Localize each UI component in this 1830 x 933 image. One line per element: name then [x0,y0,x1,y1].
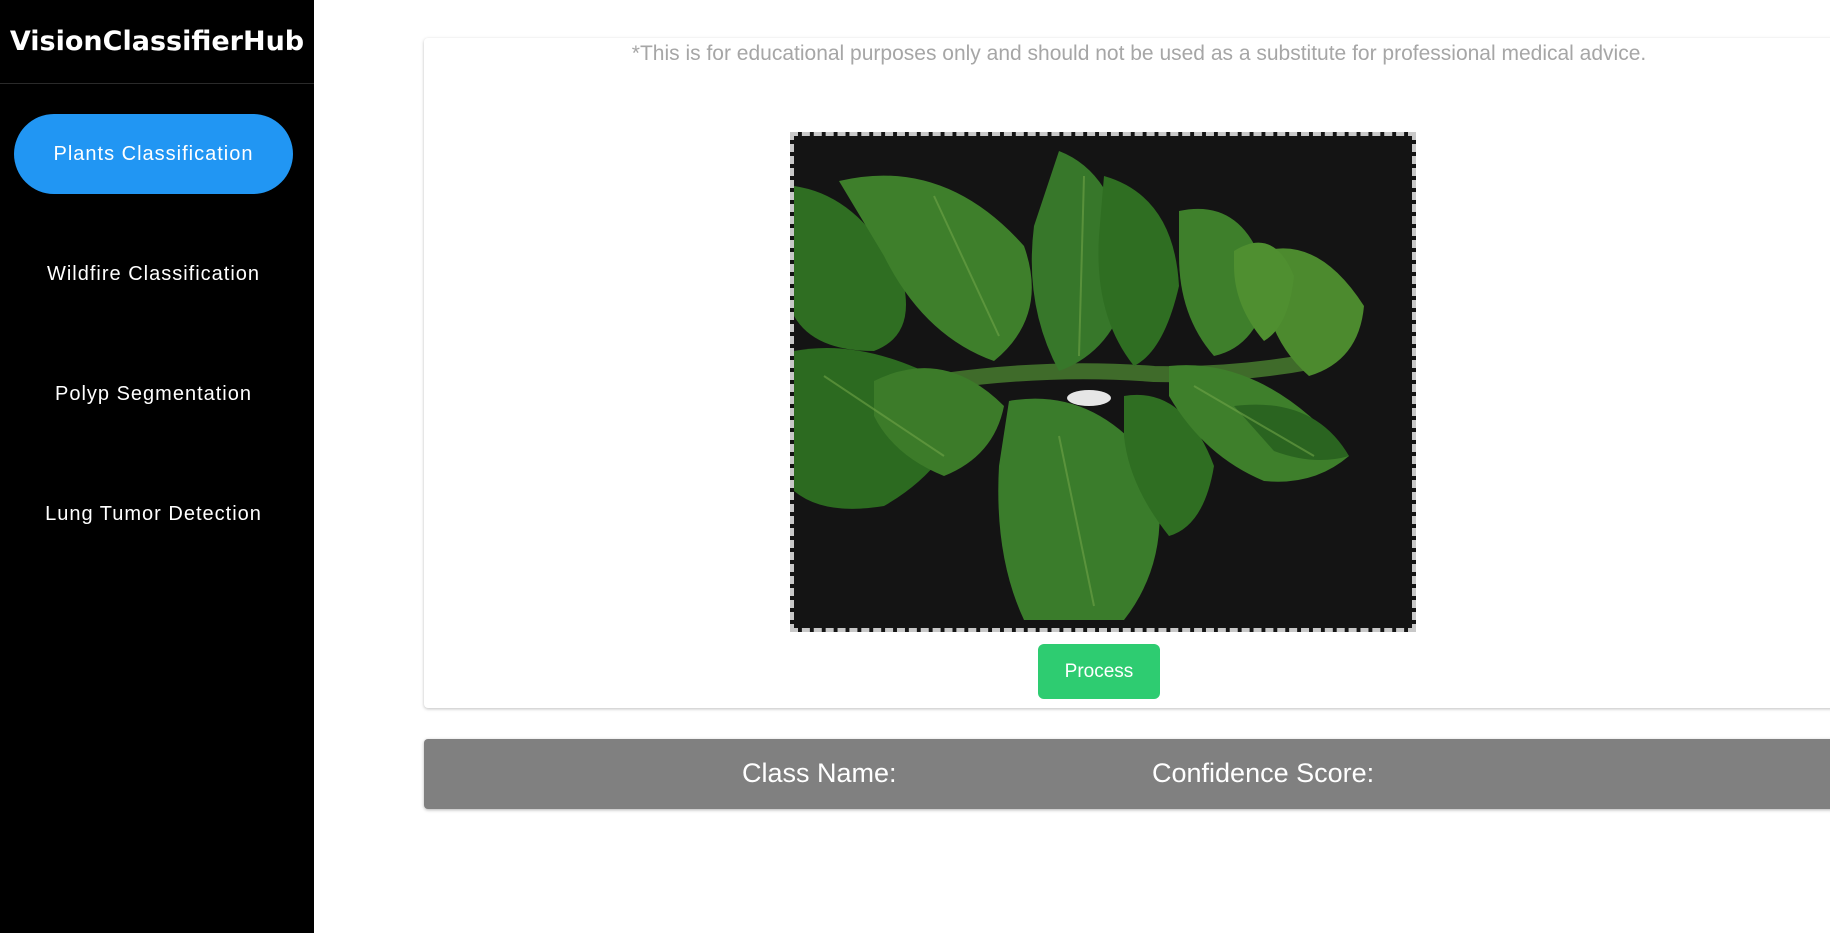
brand-logo[interactable]: VisionClassifierHub [0,0,314,84]
uploaded-plant-image [794,136,1404,620]
sidebar: VisionClassifierHub Plants Classificatio… [0,0,314,933]
image-dropzone[interactable] [790,132,1416,632]
results-bar: Class Name: Confidence Score: [424,739,1830,809]
sidebar-nav: Plants Classification Wildfire Classific… [14,114,293,594]
app-root: VisionClassifierHub Plants Classificatio… [0,0,1830,933]
sidebar-item-plants-classification[interactable]: Plants Classification [14,114,293,194]
class-name-label: Class Name: [742,758,897,788]
sidebar-item-polyp-segmentation[interactable]: Polyp Segmentation [14,354,293,434]
disclaimer-text: *This is for educational purposes only a… [631,42,1647,65]
sidebar-item-lung-tumor-detection[interactable]: Lung Tumor Detection [14,474,293,554]
sidebar-item-wildfire-classification[interactable]: Wildfire Classification [14,234,293,314]
confidence-score-label: Confidence Score: [1152,758,1375,788]
upload-card: *This is for educational purposes only a… [424,38,1830,708]
process-button[interactable]: Process [1038,644,1160,699]
